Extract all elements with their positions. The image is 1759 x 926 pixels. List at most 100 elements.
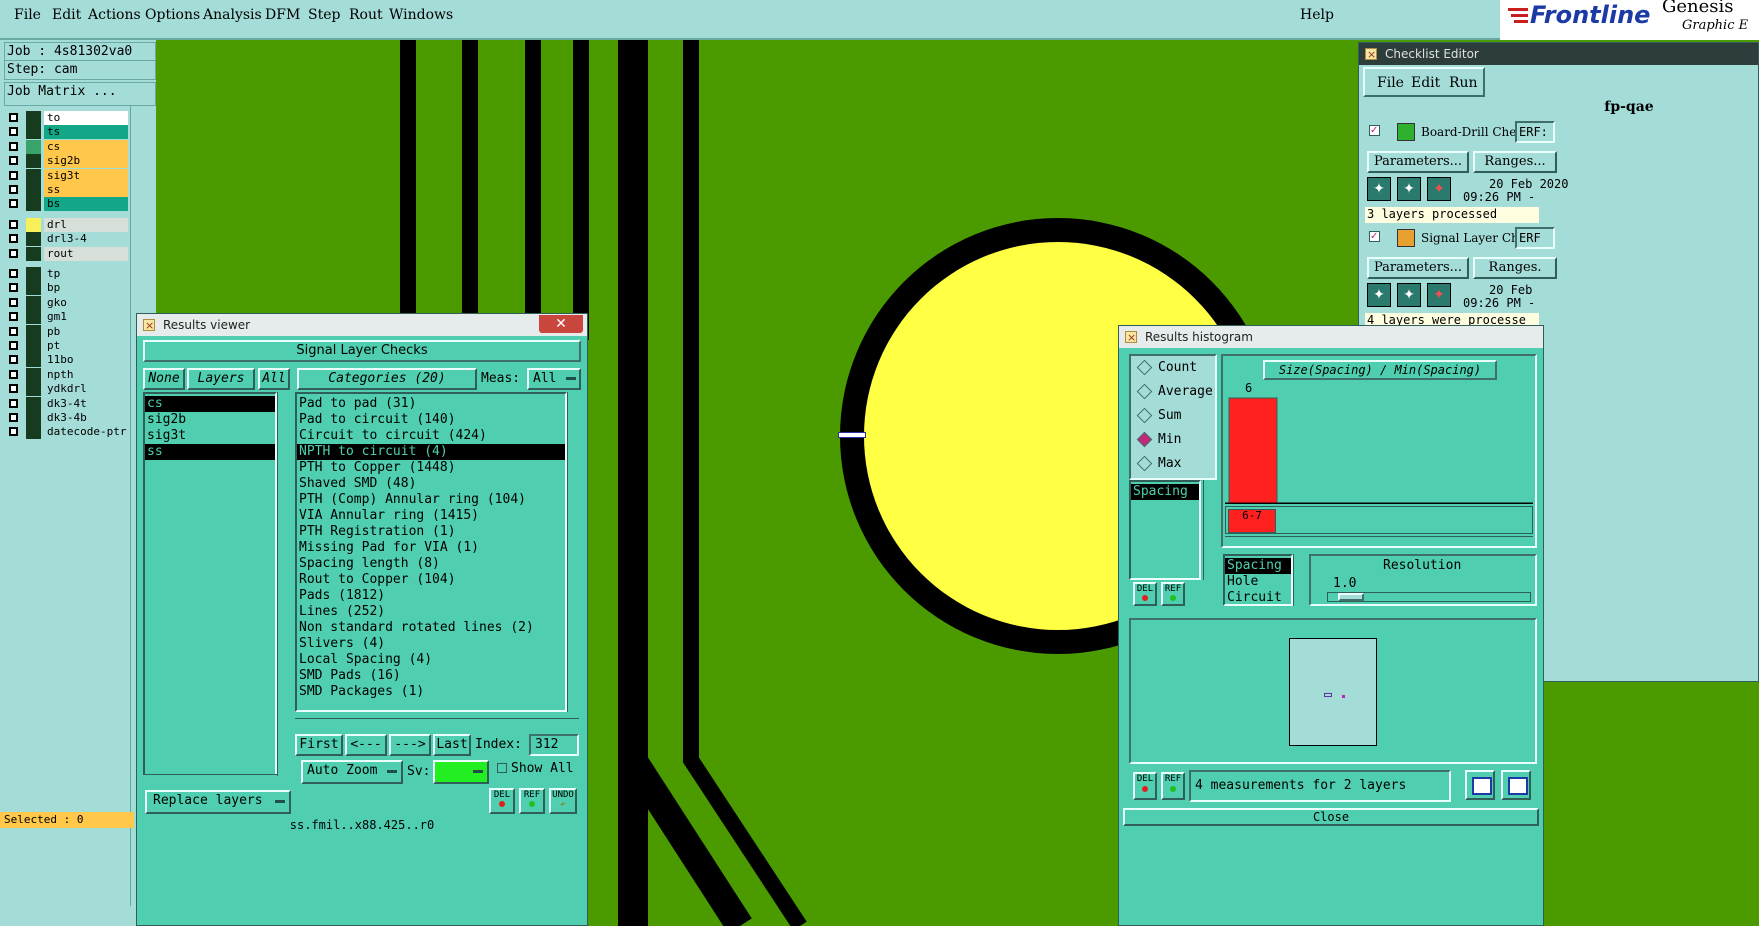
layer-name[interactable]: datecode-ptr (44, 425, 128, 440)
job-matrix-button[interactable]: Job Matrix ... (4, 82, 156, 106)
layer-checkbox[interactable] (9, 127, 18, 137)
layer-name[interactable]: pb (44, 324, 128, 339)
layer-name[interactable]: sig2b (44, 154, 128, 169)
layer-name[interactable]: npth (44, 367, 128, 382)
prev-button[interactable]: <--- (345, 734, 387, 756)
category-item[interactable]: Lines (252) (297, 604, 565, 620)
resolution-slider-thumb[interactable] (1338, 593, 1364, 601)
category-item[interactable]: Shaved SMD (48) (297, 476, 565, 492)
histogram-zoom-button-2[interactable] (1501, 770, 1531, 800)
run-icon[interactable]: ✦ (1427, 283, 1451, 307)
run-icon[interactable]: ✦ (1397, 283, 1421, 307)
layer-name[interactable]: gm1 (44, 310, 128, 325)
checklist-menu-edit[interactable]: Edit (1411, 75, 1440, 91)
histogram-type-vscroll[interactable] (1293, 554, 1305, 606)
category-item[interactable]: PTH to Copper (1448) (297, 460, 565, 476)
undo-button[interactable]: UNDO ↶ (549, 788, 577, 814)
category-item[interactable]: Pad to circuit (140) (297, 412, 565, 428)
layer-checkbox[interactable] (9, 297, 18, 307)
category-item[interactable]: Spacing length (8) (297, 556, 565, 572)
histogram-type-item[interactable]: Spacing (1225, 558, 1291, 574)
checklist-menu-file[interactable]: File (1377, 75, 1404, 91)
layer-checkbox[interactable] (9, 413, 18, 422)
results-viewer-titlebar[interactable]: Results viewer ✕ (137, 314, 587, 337)
histogram-mode-radio[interactable]: Count (1136, 359, 1197, 376)
layer-checkbox[interactable] (9, 326, 18, 336)
measurement-marker[interactable] (838, 432, 866, 438)
layer-name[interactable]: bp (44, 281, 128, 296)
category-item[interactable]: PTH (Comp) Annular ring (104) (297, 492, 565, 508)
layers-button[interactable]: Layers (187, 368, 255, 390)
histogram-mode-radio[interactable]: Sum (1136, 407, 1181, 424)
menu-dfm[interactable]: DFM (265, 7, 300, 23)
hist-del-button[interactable]: DEL (1133, 582, 1157, 606)
checklist-item-label[interactable]: Board-Drill Che (1421, 125, 1516, 139)
layer-name[interactable]: dk3-4t (44, 396, 128, 411)
parameters-button[interactable]: Parameters... (1367, 151, 1469, 173)
layer-checkbox[interactable] (9, 269, 18, 278)
layer-name[interactable]: to (44, 111, 128, 125)
category-item[interactable]: Non standard rotated lines (2) (297, 620, 565, 636)
layer-name[interactable]: bs (44, 197, 128, 212)
sv-color-dropdown[interactable] (433, 760, 489, 784)
layer-row[interactable]: datecode-ptr (6, 424, 128, 440)
layer-checkbox[interactable] (9, 312, 18, 322)
category-item[interactable]: VIA Annular ring (1415) (297, 508, 565, 524)
layer-list-hscroll[interactable] (143, 774, 277, 786)
checklist-item-checkbox[interactable]: ✓ (1369, 125, 1380, 136)
layer-name[interactable]: dk3-4b (44, 411, 128, 425)
checklist-item-checkbox[interactable]: ✓ (1369, 231, 1380, 242)
layer-name[interactable]: gko (44, 295, 128, 310)
menu-edit[interactable]: Edit (52, 7, 81, 23)
first-button[interactable]: First (295, 734, 343, 756)
layer-name[interactable]: drl (44, 217, 128, 232)
layer-checkbox[interactable] (9, 156, 18, 166)
histogram-mode-radio[interactable]: Max (1136, 455, 1181, 472)
histogram-preview-box[interactable] (1289, 638, 1377, 746)
all-button[interactable]: All (258, 368, 290, 390)
run-icon[interactable]: ✦ (1367, 283, 1391, 307)
show-all-checkbox[interactable] (497, 763, 507, 773)
category-item[interactable]: SMD Pads (16) (297, 668, 565, 684)
menu-step[interactable]: Step (308, 7, 340, 23)
none-button[interactable]: None (143, 368, 185, 390)
histogram-titlebar[interactable]: Results histogram (1119, 326, 1543, 349)
next-button[interactable]: ---> (389, 734, 431, 756)
layer-checkbox[interactable] (9, 341, 18, 350)
category-item[interactable]: Pads (1812) (297, 588, 565, 604)
layer-row[interactable]: bs (6, 196, 128, 212)
histogram-left-vscroll[interactable] (1203, 480, 1215, 580)
menu-windows[interactable]: Windows (389, 7, 453, 23)
menu-actions[interactable]: Actions (88, 7, 141, 23)
category-item[interactable]: Rout to Copper (104) (297, 572, 565, 588)
category-item[interactable]: PTH Registration (1) (297, 524, 565, 540)
close-icon[interactable]: ✕ (539, 315, 583, 333)
category-item[interactable]: Pad to pad (31) (297, 396, 565, 412)
layer-name[interactable]: pt (44, 339, 128, 353)
menu-rout[interactable]: Rout (349, 7, 383, 23)
layer-checkbox[interactable] (9, 185, 18, 194)
layer-checkbox[interactable] (9, 369, 18, 379)
layer-checkbox[interactable] (9, 427, 18, 437)
histogram-range-cell[interactable]: 6-7 (1228, 509, 1276, 533)
histogram-mode-radio[interactable]: Average (1136, 383, 1213, 400)
layer-checkbox[interactable] (9, 199, 18, 209)
histogram-left-list[interactable]: Spacing (1129, 480, 1201, 580)
ranges-button[interactable]: Ranges. (1473, 257, 1557, 279)
layer-name[interactable]: ydkdrl (44, 382, 128, 397)
layer-checkbox[interactable] (9, 141, 18, 151)
layer-name[interactable]: ss (44, 183, 128, 197)
category-item[interactable]: Missing Pad for VIA (1) (297, 540, 565, 556)
parameters-button[interactable]: Parameters... (1367, 257, 1469, 279)
checklist-item-label[interactable]: Signal Layer Ch (1421, 231, 1519, 245)
last-button[interactable]: Last (433, 734, 471, 756)
hist-ref-button[interactable]: REF (1161, 582, 1185, 606)
checklist-item-erf[interactable]: ERF: (1515, 121, 1555, 143)
ref-button[interactable]: REF (519, 788, 545, 814)
categories-button[interactable]: Categories (20) (297, 368, 477, 390)
categories-hscroll[interactable] (295, 718, 579, 730)
menu-analysis[interactable]: Analysis (203, 7, 262, 23)
checklist-menu-run[interactable]: Run (1449, 75, 1478, 91)
auto-zoom-dropdown[interactable]: Auto Zoom (301, 760, 403, 784)
layer-checkbox[interactable] (9, 248, 18, 258)
